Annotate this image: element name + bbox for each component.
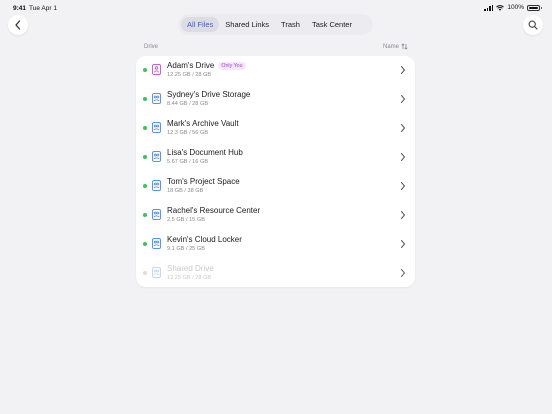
shared-drive-icon [152,93,161,104]
drive-name: Mark's Archive Vault [167,119,239,128]
shared-drive-icon [152,238,161,249]
only-you-badge: Only You [218,62,246,70]
chevron-right-icon [401,240,406,248]
offline-status-dot [143,271,147,275]
sort-label: Name [382,43,399,50]
drive-usage: 12.25 GB / 28 GB [167,275,212,281]
sort-by-name-button[interactable]: Name [383,43,408,50]
column-drive-label: Drive [144,44,159,50]
drive-name: Sydney's Drive Storage [167,90,251,99]
drive-name: Kevin's Cloud Locker [167,235,242,244]
online-status-dot [143,184,147,188]
drive-row[interactable]: Sydney's Drive Storage 8.44 GB / 28 GB [136,85,415,114]
shared-drive-icon [152,151,161,162]
tab-all-files[interactable]: All Files [181,17,220,32]
back-button[interactable] [8,15,28,35]
status-indicators: 100% [484,4,542,11]
drive-usage: 2.5 GB / 15 GB [167,217,205,223]
online-status-dot [143,213,147,217]
online-status-dot [143,242,147,246]
drive-row[interactable]: Adam's Drive Only You 12.25 GB / 28 GB [136,56,415,85]
battery-icon [527,4,542,11]
online-status-dot [143,97,147,101]
drive-row-disabled[interactable]: Shared Drive 12.25 GB / 28 GB [136,259,415,288]
list-header: Drive Name [144,43,408,53]
status-date: Tue Apr 1 [29,5,57,12]
drive-name-text: Adam's Drive [167,61,215,70]
chevron-right-icon [401,95,406,103]
drive-row[interactable]: Mark's Archive Vault 12.3 GB / 56 GB [136,114,415,143]
shared-drive-icon [152,180,161,191]
drive-usage: 8.44 GB / 28 GB [167,101,209,107]
shared-drive-icon [152,122,161,133]
drive-row[interactable]: Tom's Project Space 18 GB / 38 GB [136,172,415,201]
drive-usage: 9.1 GB / 25 GB [167,246,205,252]
top-tabs: All Files Shared Links Trash Task Center [179,15,372,34]
tab-trash[interactable]: Trash [275,17,306,32]
drive-row[interactable]: Rachel's Resource Center 2.5 GB / 15 GB [136,201,415,230]
tab-shared-links[interactable]: Shared Links [219,17,275,32]
drive-usage: 12.3 GB / 56 GB [167,130,209,136]
drive-usage: 18 GB / 38 GB [167,188,204,194]
drive-name: Shared Drive [167,264,214,273]
online-status-dot [143,155,147,159]
chevron-right-icon [401,66,406,74]
drive-name: Tom's Project Space [167,177,240,186]
personal-drive-icon [152,64,161,75]
drive-usage: 12.25 GB / 28 GB [167,72,212,78]
chevron-right-icon [401,182,406,190]
search-button[interactable] [523,15,543,35]
shared-drive-icon [152,209,161,220]
status-bar: 9:41 Tue Apr 1 100% [0,0,552,16]
drive-name: Adam's Drive Only You [167,61,246,70]
status-time: 9:41 [13,5,27,12]
drive-row[interactable]: Kevin's Cloud Locker 9.1 GB / 25 GB [136,230,415,259]
battery-percent: 100% [507,4,524,11]
chevron-right-icon [401,124,406,132]
chevron-right-icon [401,269,406,277]
magnifier-icon [528,20,538,30]
chevron-right-icon [401,211,406,219]
wifi-icon [496,4,505,11]
chevron-right-icon [401,153,406,161]
shared-drive-icon [152,267,161,278]
drive-row[interactable]: Lisa's Document Hub 5.67 GB / 16 GB [136,143,415,172]
cellular-signal-icon [484,4,494,11]
online-status-dot [143,126,147,130]
chevron-left-icon [15,20,21,30]
drive-usage: 5.67 GB / 16 GB [167,159,209,165]
drive-name: Lisa's Document Hub [167,148,243,157]
tab-task-center[interactable]: Task Center [306,17,358,32]
drive-name: Rachel's Resource Center [167,206,261,215]
sort-arrows-icon [401,43,408,50]
online-status-dot [143,68,147,72]
drive-list: Adam's Drive Only You 12.25 GB / 28 GB Sy… [136,56,415,287]
